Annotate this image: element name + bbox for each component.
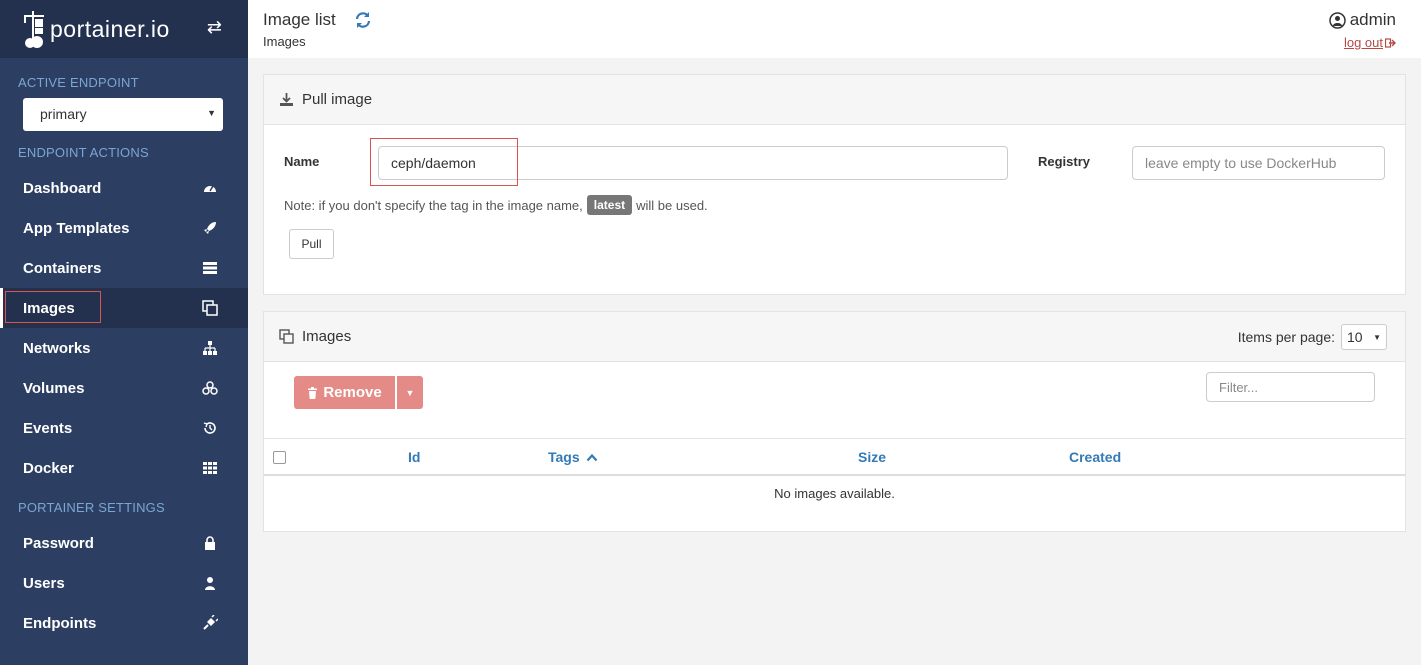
portainer-logo-icon	[24, 11, 44, 48]
sitemap-icon	[203, 341, 217, 355]
sidebar-item-containers[interactable]: Containers	[0, 248, 248, 288]
sidebar-item-label: App Templates	[23, 219, 130, 237]
sort-ascending-icon	[586, 453, 597, 462]
tag-note: Note: if you don't specify the tag in th…	[284, 195, 708, 215]
sidebar-item-label: Users	[23, 574, 65, 592]
chevron-down-icon: ▼	[207, 108, 216, 118]
lock-icon	[205, 536, 215, 550]
images-panel: Images Items per page: 10 ▼ Remove ▼ Id …	[263, 311, 1406, 532]
rocket-icon	[204, 222, 216, 234]
active-endpoint-heading: ACTIVE ENDPOINT	[18, 75, 139, 90]
sidebar-item-endpoints[interactable]: Endpoints	[0, 603, 248, 643]
images-highlight-box	[5, 291, 101, 323]
sidebar: portainer.io ⇄ ACTIVE ENDPOINT primary ▼…	[0, 0, 248, 665]
images-heading: Images Items per page: 10 ▼	[264, 312, 1405, 362]
user-circle-icon	[1328, 11, 1346, 29]
registry-label: Registry	[1038, 154, 1091, 169]
images-title: Images	[302, 328, 352, 345]
brand-name: portainer.io	[50, 15, 170, 42]
history-icon	[203, 422, 216, 434]
column-created[interactable]: Created	[1069, 449, 1121, 465]
items-per-page-label: Items per page:	[1237, 329, 1335, 345]
download-icon	[280, 93, 293, 106]
page-title: Image list	[263, 10, 336, 29]
latest-badge: latest	[586, 195, 633, 215]
endpoint-select[interactable]: primary ▼	[23, 98, 223, 131]
sidebar-item-users[interactable]: Users	[0, 563, 248, 603]
sign-out-icon	[1385, 37, 1396, 48]
sidebar-item-label: Networks	[23, 339, 91, 357]
column-size[interactable]: Size	[858, 449, 886, 465]
name-label: Name	[284, 154, 320, 169]
sidebar-item-label: Events	[23, 419, 73, 437]
remove-label: Remove	[323, 384, 382, 401]
sidebar-item-label: Endpoints	[23, 614, 97, 632]
registry-input[interactable]	[1132, 146, 1385, 180]
sidebar-item-label: Password	[23, 534, 94, 552]
remove-button[interactable]: Remove	[294, 376, 395, 409]
note-suffix: will be used.	[636, 197, 708, 213]
chevron-down-icon: ▼	[1373, 333, 1381, 342]
sidebar-toggle-icon[interactable]: ⇄	[207, 17, 222, 38]
trash-icon	[308, 386, 318, 399]
column-id[interactable]: Id	[408, 449, 420, 465]
cubes-icon	[202, 381, 218, 395]
sidebar-item-label: Dashboard	[23, 179, 102, 197]
user-name: admin	[1328, 10, 1396, 30]
items-per-page-value: 10	[1347, 329, 1363, 345]
user-area: admin log out	[1328, 10, 1396, 52]
pull-image-panel: Pull image Name Registry Note: if you do…	[263, 74, 1406, 295]
sidebar-item-app-templates[interactable]: App Templates	[0, 208, 248, 248]
page-header: Image list Images admin log out	[248, 0, 1421, 58]
portainer-settings-heading: PORTAINER SETTINGS	[18, 500, 165, 515]
endpoint-actions-heading: ENDPOINT ACTIONS	[18, 145, 149, 160]
clone-icon	[202, 300, 218, 316]
column-tags[interactable]: Tags	[548, 449, 598, 465]
username-label: admin	[1349, 10, 1396, 29]
breadcrumb: Images	[263, 34, 306, 49]
empty-message: No images available.	[774, 486, 895, 501]
refresh-icon[interactable]	[354, 11, 372, 29]
plug-icon	[203, 615, 218, 630]
sidebar-item-password[interactable]: Password	[0, 523, 248, 563]
clone-icon	[279, 329, 294, 344]
endpoint-select-value: primary	[40, 106, 87, 122]
sidebar-item-networks[interactable]: Networks	[0, 328, 248, 368]
items-per-page: Items per page: 10 ▼	[1238, 324, 1387, 350]
name-input-highlight-box	[370, 138, 518, 186]
sidebar-item-events[interactable]: Events	[0, 408, 248, 448]
sidebar-item-volumes[interactable]: Volumes	[0, 368, 248, 408]
filter-input[interactable]	[1206, 372, 1375, 402]
server-icon	[203, 262, 217, 274]
sidebar-item-dashboard[interactable]: Dashboard	[0, 168, 248, 208]
column-tags-label: Tags	[548, 449, 580, 465]
select-all-checkbox[interactable]	[273, 451, 286, 464]
sidebar-item-docker[interactable]: Docker	[0, 448, 248, 488]
th-icon	[203, 462, 217, 474]
logout-label: log out	[1343, 35, 1383, 50]
user-icon	[205, 577, 215, 590]
brand-bar: portainer.io ⇄	[0, 0, 248, 58]
pull-button[interactable]: Pull	[289, 229, 334, 259]
images-table-header: Id Tags Size Created	[264, 438, 1405, 476]
sidebar-item-label: Docker	[23, 459, 74, 477]
sidebar-item-label: Containers	[23, 259, 102, 277]
logout-link[interactable]: log out	[1344, 35, 1396, 50]
items-per-page-select[interactable]: 10 ▼	[1341, 324, 1387, 350]
pull-image-title: Pull image	[302, 91, 373, 108]
portainer-logo[interactable]: portainer.io	[22, 9, 170, 49]
sidebar-item-label: Volumes	[23, 379, 85, 397]
note-prefix: Note: if you don't specify the tag in th…	[284, 197, 583, 213]
tachometer-icon	[204, 185, 216, 192]
remove-dropdown-toggle[interactable]: ▼	[397, 376, 423, 409]
pull-image-heading: Pull image	[264, 75, 1405, 125]
caret-down-icon: ▼	[405, 387, 415, 398]
